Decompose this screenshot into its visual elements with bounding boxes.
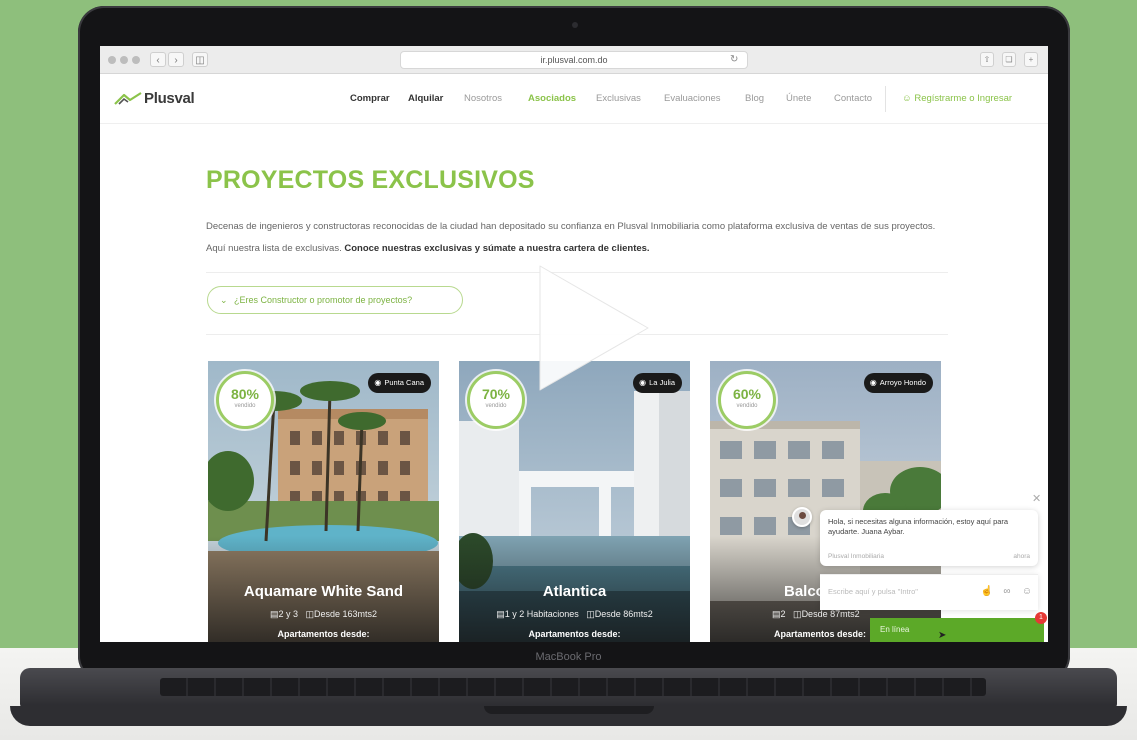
project-card-aquamare[interactable]: 80% vendido ◉ Punta Cana Aquamare White S… bbox=[208, 361, 439, 642]
agent-avatar bbox=[792, 507, 812, 527]
location-pin-icon: ◉ bbox=[869, 378, 877, 387]
sold-label: vendido bbox=[234, 403, 256, 409]
play-icon[interactable] bbox=[518, 256, 658, 396]
chat-time: ahora bbox=[1013, 553, 1030, 560]
rooms-value: 1 y 2 Habitaciones bbox=[504, 609, 579, 619]
area-icon: ◫ bbox=[305, 609, 314, 619]
nav-contacto[interactable]: Contacto bbox=[834, 93, 872, 104]
sold-percentage: 60% bbox=[732, 386, 762, 402]
reload-icon[interactable]: ↻ bbox=[730, 51, 738, 69]
chat-input-placeholder: Escribe aquí y pulsa "Intro" bbox=[828, 587, 918, 596]
nav-nosotros[interactable]: Nosotros bbox=[464, 93, 502, 104]
sold-percentage-ring: 70% vendido bbox=[467, 371, 525, 429]
rooms-value: 2 y 3 bbox=[278, 609, 298, 619]
nav-alquilar[interactable]: Alquilar bbox=[408, 93, 443, 104]
bed-icon: ▤ bbox=[496, 609, 505, 619]
sold-label: vendido bbox=[736, 403, 758, 409]
window-minimize-dot[interactable] bbox=[120, 56, 128, 64]
size-value: Desde 86mts2 bbox=[594, 609, 653, 619]
logo-text: Plusval bbox=[144, 90, 195, 107]
tabs-icon[interactable]: ❏ bbox=[1002, 52, 1016, 67]
chat-sender: Plusval Inmobiliaria bbox=[828, 553, 884, 560]
nav-unete[interactable]: Únete bbox=[786, 93, 811, 104]
chat-message-bubble: Hola, si necesitas alguna información, e… bbox=[820, 510, 1038, 566]
close-icon[interactable]: ✕ bbox=[1032, 492, 1041, 505]
laptop-lid: ‹ › ◫ ir.plusval.com.do ↻ ⇧ ❏ + Plusval … bbox=[78, 6, 1070, 682]
thumbs-up-icon[interactable]: ☝ bbox=[980, 585, 994, 599]
location-badge: ◉ Arroyo Hondo bbox=[863, 373, 933, 393]
size-value: Desde 87mts2 bbox=[801, 609, 860, 619]
sidebar-toggle-icon[interactable]: ◫ bbox=[192, 52, 208, 67]
project-name: Atlantica bbox=[542, 583, 607, 600]
site-header: Plusval Comprar Alquilar Nosotros Asocia… bbox=[100, 74, 1048, 124]
area-icon: ◫ bbox=[793, 609, 802, 619]
constructor-toggle-label: ¿Eres Constructor o promotor de proyecto… bbox=[234, 295, 413, 305]
forward-arrow-icon[interactable]: › bbox=[168, 52, 184, 67]
nav-evaluaciones[interactable]: Evaluaciones bbox=[664, 93, 721, 104]
address-bar[interactable]: ir.plusval.com.do bbox=[400, 51, 748, 69]
new-tab-icon[interactable]: + bbox=[1024, 52, 1038, 67]
laptop-screen: ‹ › ◫ ir.plusval.com.do ↻ ⇧ ❏ + Plusval … bbox=[100, 46, 1048, 642]
intro-cta-text: Conoce nuestras exclusivas y súmate a nu… bbox=[344, 243, 650, 254]
register-link[interactable]: ☺ Regístrarme o Ingresar bbox=[902, 93, 1012, 104]
user-icon: ☺ bbox=[902, 93, 912, 104]
nav-exclusivas[interactable]: Exclusivas bbox=[596, 93, 641, 104]
price-from-label: Apartamentos desde: bbox=[277, 629, 370, 639]
project-card-atlantica[interactable]: 70% vendido ◉ La Julia Atlantica ▤1 y 2 H… bbox=[459, 361, 690, 642]
intro-paragraph: Decenas de ingenieros y constructoras re… bbox=[206, 216, 946, 260]
browser-toolbar: ‹ › ◫ ir.plusval.com.do ↻ ⇧ ❏ + bbox=[100, 46, 1048, 74]
register-label: Regístrarme o Ingresar bbox=[914, 93, 1013, 104]
notification-badge: 1 bbox=[1035, 612, 1047, 624]
laptop-notch bbox=[484, 706, 654, 714]
window-close-dot[interactable] bbox=[108, 56, 116, 64]
window-zoom-dot[interactable] bbox=[132, 56, 140, 64]
sold-percentage-ring: 80% vendido bbox=[216, 371, 274, 429]
bed-icon: ▤ bbox=[772, 609, 781, 619]
chat-message-text: Hola, si necesitas alguna información, e… bbox=[828, 517, 1009, 536]
price-from-label: Apartamentos desde: bbox=[528, 629, 621, 639]
constructor-toggle[interactable]: ⌄ ¿Eres Constructor o promotor de proyec… bbox=[207, 286, 463, 314]
sold-percentage-ring: 60% vendido bbox=[718, 371, 776, 429]
area-icon: ◫ bbox=[586, 609, 595, 619]
project-specs: ▤2 y 3 ◫Desde 163mts2 bbox=[208, 609, 439, 620]
header-divider bbox=[885, 86, 886, 112]
camera-dot bbox=[572, 22, 578, 28]
logo-mark-icon bbox=[114, 92, 142, 105]
nav-asociados[interactable]: Asociados bbox=[528, 93, 576, 104]
chat-status-tab[interactable]: En línea bbox=[870, 618, 1044, 642]
nav-blog[interactable]: Blog bbox=[745, 93, 764, 104]
back-arrow-icon[interactable]: ‹ bbox=[150, 52, 166, 67]
size-value: Desde 163mts2 bbox=[314, 609, 378, 619]
location-pin-icon: ◉ bbox=[374, 378, 382, 387]
location-label: Punta Cana bbox=[384, 378, 424, 387]
laptop-model-label: MacBook Pro bbox=[535, 651, 602, 663]
nav-comprar[interactable]: Comprar bbox=[350, 93, 390, 104]
cursor-icon: ➤ bbox=[938, 630, 947, 641]
share-icon[interactable]: ⇧ bbox=[980, 52, 994, 67]
sold-label: vendido bbox=[485, 403, 507, 409]
chevron-down-icon: ⌄ bbox=[220, 295, 228, 305]
project-specs: ▤1 y 2 Habitaciones ◫Desde 86mts2 bbox=[459, 609, 690, 620]
location-badge: ◉ Punta Cana bbox=[368, 373, 431, 393]
attach-icon[interactable]: ∞ bbox=[1000, 585, 1014, 599]
emoji-icon[interactable]: ☺ bbox=[1020, 585, 1034, 599]
location-label: Arroyo Hondo bbox=[879, 378, 926, 387]
sold-percentage: 70% bbox=[481, 386, 511, 402]
chat-input-box[interactable]: Escribe aquí y pulsa "Intro" ☝ ∞ ☺ bbox=[820, 574, 1038, 610]
rooms-value: 2 bbox=[780, 609, 786, 619]
page-title: PROYECTOS EXCLUSIVOS bbox=[206, 166, 535, 194]
laptop-keyboard-edge bbox=[160, 678, 986, 696]
sold-percentage: 80% bbox=[230, 386, 260, 402]
project-name: Aquamare White Sand bbox=[243, 583, 404, 600]
